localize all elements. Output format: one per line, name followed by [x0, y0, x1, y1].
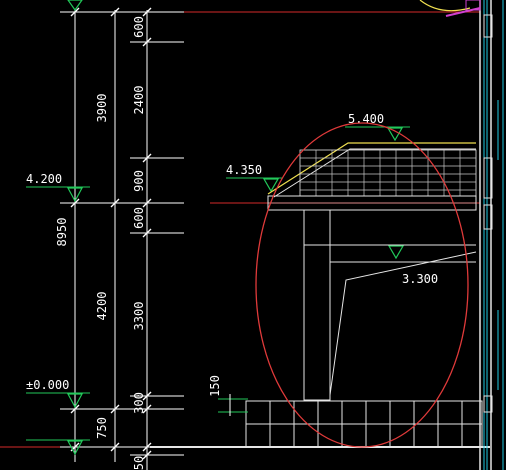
dim-seg-2: 2400: [132, 86, 146, 115]
canopy-structure: [303, 209, 477, 401]
level-marker-4350: 4.350: [226, 163, 282, 193]
level-4200-label: 4.200: [26, 172, 62, 186]
detail-dimension-label: 150: [208, 375, 222, 397]
elevation-drawing: 8950 3900 4200 750 600 2400 900 600 3300…: [0, 0, 504, 470]
level-4350-label: 4.350: [226, 163, 262, 177]
dim-seg-3: 900: [132, 170, 146, 192]
level-marker-5400: 5.400: [345, 112, 410, 142]
dim-total: 8950: [55, 218, 69, 247]
detail-dimension-150: 150: [208, 375, 248, 416]
dim-seg-4: 600: [132, 207, 146, 229]
level-marker-3300: 3.300: [385, 244, 472, 286]
dim-upper: 3900: [95, 94, 109, 123]
cad-drawing-canvas[interactable]: 8950 3900 4200 750 600 2400 900 600 3300…: [0, 0, 506, 470]
level-0000-label: ±0.000: [26, 378, 69, 392]
dim-seg-6: 300: [132, 392, 146, 414]
level-marker-0000: ±0.000: [26, 378, 90, 409]
dim-lower: 4200: [95, 292, 109, 321]
canopy-roof: [267, 142, 477, 211]
building-wall: [479, 0, 504, 470]
base-platform: [245, 400, 483, 448]
level-marker-4200: 4.200: [26, 172, 90, 203]
level-3300-label: 3.300: [402, 272, 438, 286]
level-marker-top: [67, 0, 83, 12]
dim-seg-5: 3300: [132, 302, 146, 331]
dim-bottom: 750: [95, 417, 109, 439]
dim-seg-1: 600: [132, 16, 146, 38]
dim-base: 50: [132, 456, 146, 470]
top-right-ornament: [419, 0, 481, 17]
